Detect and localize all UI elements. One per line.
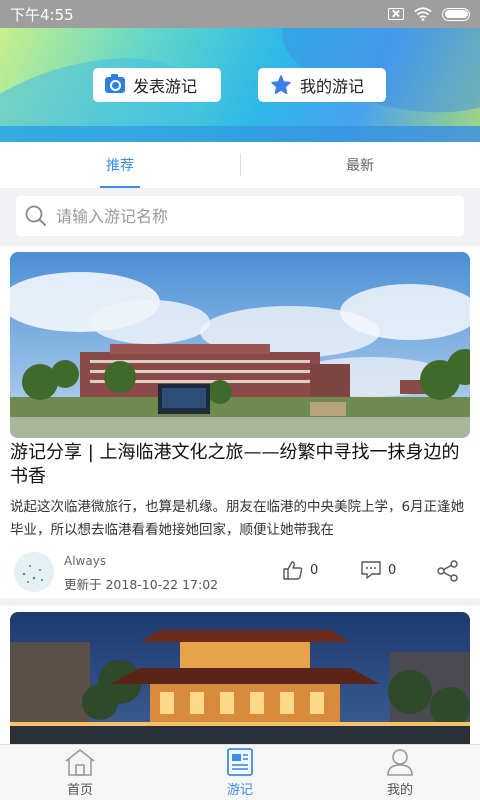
search-icon: [25, 205, 46, 226]
status-icons: [388, 7, 470, 21]
post-cover-image[interactable]: [10, 612, 470, 746]
tab-latest[interactable]: 最新: [240, 142, 480, 188]
camera-icon: [105, 74, 125, 93]
comment-icon: [361, 561, 381, 579]
tab-latest-label: 最新: [346, 158, 374, 174]
nav-home-label: 首页: [66, 783, 93, 798]
header-banner: 发表游记 我的游记: [0, 28, 480, 142]
avatar[interactable]: [14, 552, 54, 592]
feed-tabs: 推荐 最新: [0, 142, 480, 188]
post-card[interactable]: 游记分享 | 上海临港文化之旅——纷繁中寻找一抹身边的书香 说起这次临港微旅行，…: [0, 246, 480, 598]
bottom-nav: 首页 游记 我的: [0, 744, 480, 800]
comment-count: 0: [388, 562, 397, 578]
publish-travelogue-label: 发表游记: [133, 77, 198, 96]
tab-recommended-label: 推荐: [106, 158, 134, 174]
search-bar: [0, 188, 480, 246]
status-bar: 下午4:55: [0, 0, 480, 28]
profile-icon: [387, 749, 413, 776]
post-card[interactable]: [0, 606, 480, 746]
post-author: Always: [64, 554, 107, 568]
post-title[interactable]: 游记分享 | 上海临港文化之旅——纷繁中寻找一抹身边的书香: [10, 441, 470, 489]
search-box[interactable]: [16, 196, 464, 236]
my-travelogues-button[interactable]: 我的游记: [258, 68, 386, 102]
nav-profile-label: 我的: [386, 783, 413, 798]
post-cover-image[interactable]: [10, 252, 470, 438]
like-count: 0: [310, 562, 319, 578]
publish-travelogue-button[interactable]: 发表游记: [93, 68, 221, 102]
nav-profile[interactable]: 我的: [320, 745, 480, 800]
sim-icon: [388, 8, 404, 20]
wifi-icon: [414, 7, 432, 21]
post-meta: Always 更新于 2018-10-22 17:02 0 0: [10, 548, 470, 592]
nav-travel-notes[interactable]: 游记: [160, 745, 320, 800]
like-button[interactable]: 0: [282, 560, 318, 580]
post-updated-time: 更新于 2018-10-22 17:02: [64, 577, 219, 592]
comment-button[interactable]: 0: [360, 560, 396, 580]
nav-home[interactable]: 首页: [0, 745, 160, 800]
status-time: 下午4:55: [10, 5, 74, 24]
my-travelogues-label: 我的游记: [300, 77, 365, 96]
battery-icon: [442, 7, 470, 21]
share-button[interactable]: [436, 560, 460, 586]
travel-notes-icon: [227, 748, 253, 776]
banner-strip: [0, 126, 480, 142]
tab-recommended[interactable]: 推荐: [0, 142, 240, 188]
star-icon: [271, 75, 291, 95]
post-excerpt: 说起这次临港微旅行，也算是机缘。朋友在临港的中央美院上学，6月正逢她毕业，所以想…: [10, 499, 465, 538]
nav-travel-notes-label: 游记: [226, 783, 253, 798]
share-icon: [437, 560, 458, 582]
search-input[interactable]: [56, 206, 436, 226]
thumbs-up-icon: [283, 561, 303, 580]
home-icon: [65, 749, 95, 776]
